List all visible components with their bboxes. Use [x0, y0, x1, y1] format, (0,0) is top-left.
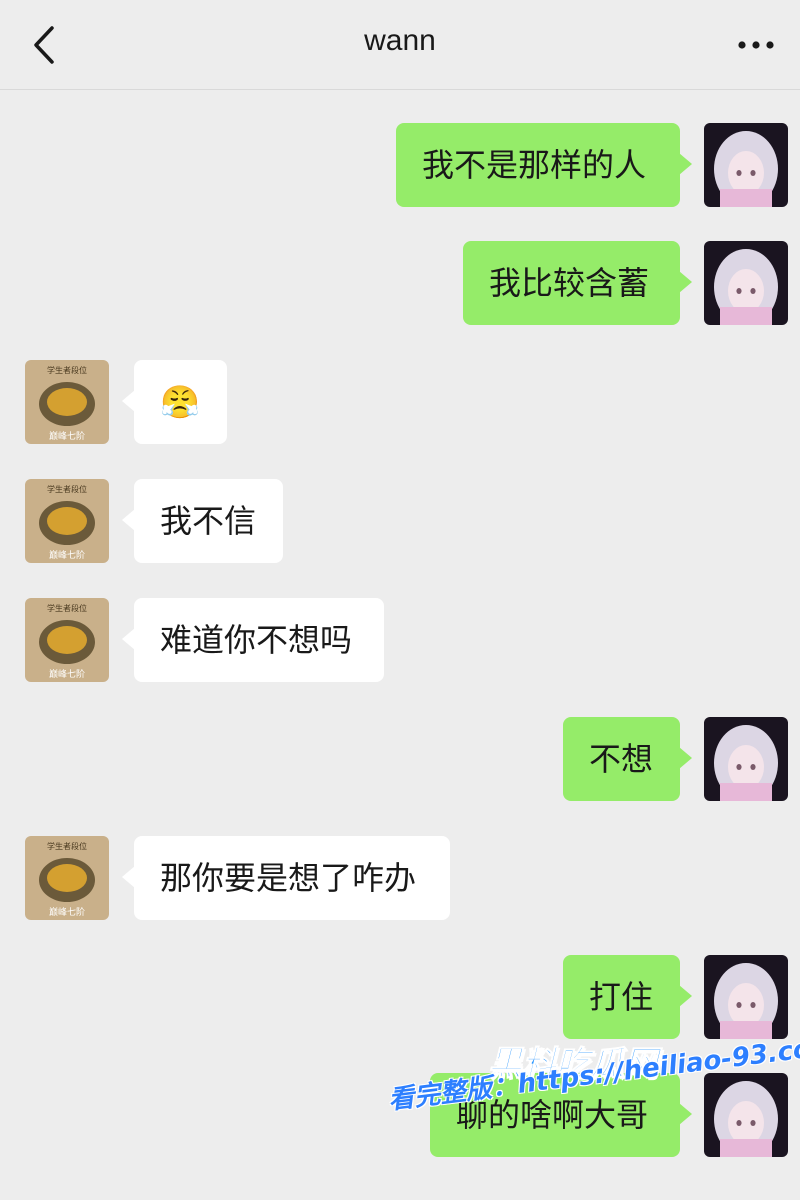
- message-bubble-other[interactable]: 那你要是想了咋办: [122, 836, 450, 920]
- message-bubble-self[interactable]: 我比较含蓄: [463, 241, 692, 325]
- message-bubble-self[interactable]: 我不是那样的人: [396, 123, 692, 207]
- contact-avatar[interactable]: 学生者段位 巅峰七阶: [25, 836, 109, 920]
- avatar-caption-bottom: 巅峰七阶: [49, 430, 85, 442]
- chat-title: wann: [364, 24, 436, 57]
- avatar-caption-top: 学生者段位: [47, 841, 87, 851]
- message-text: 我不是那样的人: [422, 146, 647, 184]
- message-row: 学生者段位 巅峰七阶 😤: [0, 360, 800, 444]
- avatar-caption-top: 学生者段位: [47, 484, 87, 494]
- message-row: 学生者段位 巅峰七阶 我不信: [0, 479, 800, 563]
- avatar-caption-bottom: 巅峰七阶: [49, 549, 85, 561]
- contact-avatar[interactable]: 学生者段位 巅峰七阶: [25, 360, 109, 444]
- bubble-tail: [679, 1103, 692, 1125]
- bubble-tail: [679, 985, 692, 1007]
- message-text: 不想: [589, 740, 654, 778]
- message-row: 我不是那样的人: [0, 123, 800, 207]
- message-bubble-other[interactable]: 难道你不想吗: [122, 598, 384, 682]
- bubble-tail: [679, 271, 692, 293]
- avatar-image: 学生者段位 巅峰七阶: [25, 836, 109, 920]
- avatar-image: [704, 123, 788, 207]
- message-bubble-self[interactable]: 打住: [563, 955, 692, 1039]
- message-text: 那你要是想了咋办: [160, 859, 417, 897]
- avatar-caption-top: 学生者段位: [47, 603, 87, 613]
- bubble-tail: [122, 509, 135, 531]
- self-avatar[interactable]: [704, 241, 788, 325]
- bubble-tail: [679, 747, 692, 769]
- self-avatar[interactable]: [704, 955, 788, 1039]
- self-avatar[interactable]: [704, 123, 788, 207]
- message-row: 打住: [0, 955, 800, 1039]
- message-row: 学生者段位 巅峰七阶 那你要是想了咋办: [0, 836, 800, 920]
- message-text: 我比较含蓄: [489, 264, 650, 302]
- message-bubble-other[interactable]: 😤: [122, 360, 227, 444]
- message-text: 打住: [589, 978, 654, 1016]
- self-avatar[interactable]: [704, 717, 788, 801]
- bubble-tail: [122, 628, 135, 650]
- message-bubble-other[interactable]: 我不信: [122, 479, 283, 563]
- contact-avatar[interactable]: 学生者段位 巅峰七阶: [25, 598, 109, 682]
- avatar-image: [704, 241, 788, 325]
- message-text: 难道你不想吗: [160, 621, 353, 659]
- avatar-image: [704, 955, 788, 1039]
- avatar-caption-top: 学生者段位: [47, 365, 87, 375]
- bubble-tail: [679, 153, 692, 175]
- bubble-tail: [122, 866, 135, 888]
- avatar-image: 学生者段位 巅峰七阶: [25, 360, 109, 444]
- avatar-image: [704, 1073, 788, 1157]
- message-text: 😤: [160, 383, 200, 421]
- message-row: 我比较含蓄: [0, 241, 800, 325]
- chat-header: wann: [0, 0, 800, 90]
- avatar-image: 学生者段位 巅峰七阶: [25, 479, 109, 563]
- message-bubble-self[interactable]: 不想: [563, 717, 692, 801]
- bubble-tail: [122, 390, 135, 412]
- avatar-image: [704, 717, 788, 801]
- avatar-caption-bottom: 巅峰七阶: [49, 906, 85, 918]
- avatar-caption-bottom: 巅峰七阶: [49, 668, 85, 680]
- contact-avatar[interactable]: 学生者段位 巅峰七阶: [25, 479, 109, 563]
- more-dots-icon[interactable]: [736, 30, 776, 60]
- avatar-image: 学生者段位 巅峰七阶: [25, 598, 109, 682]
- message-row: 不想: [0, 717, 800, 801]
- message-text: 我不信: [160, 502, 257, 540]
- message-row: 学生者段位 巅峰七阶 难道你不想吗: [0, 598, 800, 682]
- self-avatar[interactable]: [704, 1073, 788, 1157]
